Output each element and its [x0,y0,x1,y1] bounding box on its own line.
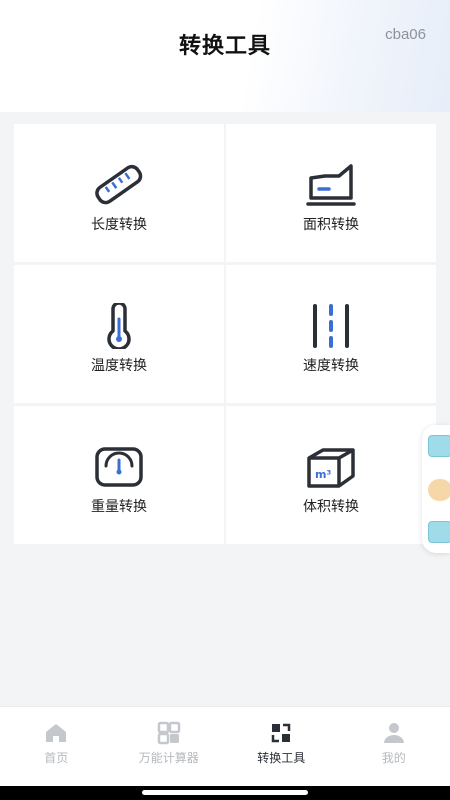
home-indicator[interactable] [142,790,308,795]
home-icon [46,724,67,742]
svg-text:m³: m³ [315,468,331,481]
tool-volume[interactable]: m³ 体积转换 [226,406,436,544]
tool-speed[interactable]: 速度转换 [226,265,436,403]
tool-grid: 长度转换 面积转换 温度转换 速度转换 重量转换 m³ 体积转换 [14,124,436,544]
floating-app-icon[interactable] [428,521,450,543]
floating-app-icon[interactable] [428,435,450,457]
convert-icon [272,723,291,743]
person-icon [383,723,404,743]
tab-label: 转换工具 [257,751,306,765]
tab-calculator[interactable]: 万能计算器 [113,707,226,786]
ruler-icon [95,164,143,205]
floating-app-icon[interactable] [428,479,450,501]
system-nav-bar [0,786,450,800]
tool-weight[interactable]: 重量转换 [14,406,224,544]
floating-shortcut-panel[interactable] [422,425,450,553]
tool-length[interactable]: 长度转换 [14,124,224,262]
header: 转换工具 cba06 [0,0,450,112]
tool-label: 面积转换 [303,217,359,233]
volume-cube-icon: m³ [307,448,355,488]
tool-label: 温度转换 [91,358,147,374]
speed-lines-icon [313,304,349,348]
tab-home[interactable]: 首页 [0,707,113,786]
tab-mine[interactable]: 我的 [338,707,450,786]
tool-area[interactable]: 面积转换 [226,124,436,262]
user-tag: cba06 [385,26,426,43]
page-title: 转换工具 [178,34,271,59]
scale-icon [95,447,143,487]
tab-label: 首页 [44,751,69,765]
thermometer-icon [107,303,131,349]
tool-temperature[interactable]: 温度转换 [14,265,224,403]
bottom-tab-bar: 首页 万能计算器 转换工具 我的 [0,706,450,786]
tab-convert[interactable]: 转换工具 [225,707,338,786]
tab-label: 万能计算器 [138,751,199,765]
calculator-grid-icon [157,721,180,745]
area-chart-icon [306,164,356,206]
tool-label: 速度转换 [303,358,359,374]
tool-label: 体积转换 [303,499,359,515]
tool-label: 长度转换 [91,217,147,233]
tool-label: 重量转换 [91,499,147,515]
tab-label: 我的 [381,751,406,765]
